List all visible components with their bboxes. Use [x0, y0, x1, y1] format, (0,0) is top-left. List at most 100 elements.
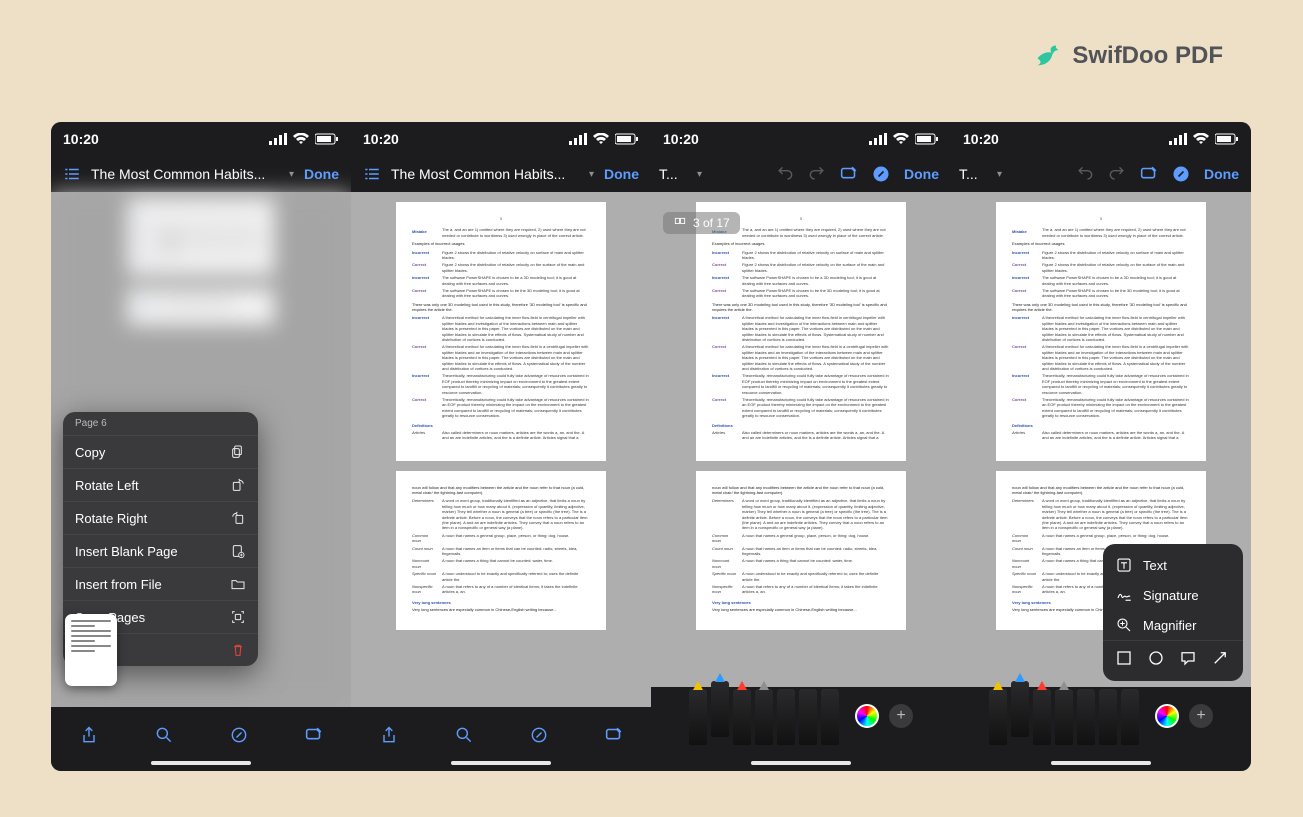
status-indicators: [869, 133, 939, 145]
sidebar-toggle-icon[interactable]: [359, 161, 385, 187]
tool-pencil[interactable]: [1055, 689, 1073, 745]
shape-speech-icon[interactable]: [1179, 649, 1197, 667]
shape-circle-icon[interactable]: [1147, 649, 1165, 667]
undo-button[interactable]: [772, 161, 798, 187]
shape-square-icon[interactable]: [1115, 649, 1133, 667]
markup-toolbar: +: [951, 687, 1251, 771]
color-picker[interactable]: [855, 704, 879, 728]
trash-icon: [230, 642, 246, 658]
menu-insert-file[interactable]: Insert from File: [63, 567, 258, 600]
share-button[interactable]: [69, 715, 109, 755]
menu-rotate-left[interactable]: Rotate Left: [63, 468, 258, 501]
brand-name: SwifDoo PDF: [1072, 42, 1223, 70]
tool-lasso[interactable]: [799, 689, 817, 745]
chevron-down-icon[interactable]: ▾: [697, 169, 702, 180]
page-blurred-2: DeterminersA word or word group traditio…: [128, 289, 275, 326]
top-toolbar: T... ▾ Done: [951, 156, 1251, 192]
status-bar: 10:20: [951, 122, 1251, 156]
document-title-short[interactable]: T...: [659, 166, 691, 182]
tool-ruler[interactable]: [1121, 689, 1139, 745]
tool-eraser[interactable]: [777, 689, 795, 745]
menu-copy[interactable]: Copy: [63, 435, 258, 468]
status-time: 10:20: [963, 131, 999, 147]
add-tool-button[interactable]: +: [889, 704, 913, 728]
cellular-icon: [869, 133, 887, 145]
tool-highlighter[interactable]: [1033, 689, 1051, 745]
page-blurred: 5Mistake IncorrectFigure 2 shows the dis…: [128, 198, 275, 275]
tool-pen-blue[interactable]: [1011, 681, 1029, 737]
status-indicators: [269, 133, 339, 145]
menu-insert-blank-label: Insert Blank Page: [75, 544, 178, 559]
markup-toolbar: +: [651, 687, 951, 771]
document-area[interactable]: 5 MistakeThe a, and an are 1) omitted wh…: [351, 192, 651, 707]
chevron-down-icon[interactable]: ▾: [997, 169, 1002, 180]
done-button[interactable]: Done: [300, 166, 343, 182]
chevron-down-icon[interactable]: ▾: [589, 169, 594, 180]
sidebar-toggle-icon[interactable]: [59, 161, 85, 187]
panel-markup: 10:20 T... ▾ Done 5 MistakeThe a, and an…: [651, 122, 951, 771]
tool-eraser[interactable]: [1077, 689, 1095, 745]
markup-button[interactable]: [519, 715, 559, 755]
document-title[interactable]: The Most Common Habits...: [91, 166, 283, 182]
wifi-icon: [593, 133, 609, 145]
document-title-short[interactable]: T...: [959, 166, 991, 182]
page-indicator[interactable]: 3 of 17: [663, 212, 740, 234]
tool-pen-yellow[interactable]: [689, 689, 707, 745]
document-page: 5 MistakeThe a, and an are 1) omitted wh…: [996, 202, 1206, 461]
anno-signature[interactable]: Signature: [1103, 580, 1243, 610]
menu-rotate-right[interactable]: Rotate Right: [63, 501, 258, 534]
battery-icon: [615, 133, 639, 145]
done-button[interactable]: Done: [600, 166, 643, 182]
status-bar: 10:20: [351, 122, 651, 156]
page-indicator-text: 3 of 17: [693, 216, 730, 230]
search-button[interactable]: [444, 715, 484, 755]
done-button[interactable]: Done: [900, 166, 943, 182]
tool-pencil[interactable]: [755, 689, 773, 745]
document-area[interactable]: 5 MistakeThe a, and an are 1) omitted wh…: [651, 192, 951, 687]
status-time: 10:20: [363, 131, 399, 147]
annotate-button[interactable]: [294, 715, 334, 755]
page-thumbnail[interactable]: [65, 614, 117, 686]
status-bar: 10:20: [51, 122, 351, 156]
status-indicators: [569, 133, 639, 145]
tool-pen-blue[interactable]: [711, 681, 729, 737]
document-title[interactable]: The Most Common Habits...: [391, 166, 583, 182]
search-button[interactable]: [144, 715, 184, 755]
wifi-icon: [893, 133, 909, 145]
annotate-button[interactable]: [594, 715, 634, 755]
wifi-icon: [293, 133, 309, 145]
anno-magnifier-label: Magnifier: [1143, 618, 1196, 633]
done-button[interactable]: Done: [1200, 166, 1243, 182]
markup-active-button[interactable]: [1168, 161, 1194, 187]
redo-button[interactable]: [1104, 161, 1130, 187]
redo-button[interactable]: [804, 161, 830, 187]
markup-active-button[interactable]: [868, 161, 894, 187]
tool-ruler[interactable]: [821, 689, 839, 745]
color-picker[interactable]: [1155, 704, 1179, 728]
chevron-down-icon[interactable]: ▾: [289, 169, 294, 180]
menu-insert-blank[interactable]: Insert Blank Page: [63, 534, 258, 567]
top-toolbar: The Most Common Habits... ▾ Done: [351, 156, 651, 192]
shape-arrow-icon[interactable]: [1211, 649, 1229, 667]
text-icon: [1115, 556, 1133, 574]
brand-bird-icon: [1034, 42, 1062, 70]
tool-highlighter[interactable]: [733, 689, 751, 745]
home-indicator: [751, 761, 851, 765]
annotate-button[interactable]: [836, 161, 862, 187]
tool-lasso[interactable]: [1099, 689, 1117, 745]
composite-stage: 10:20 The Most Common Habits... ▾ Done 5…: [51, 122, 1251, 771]
anno-magnifier[interactable]: Magnifier: [1103, 610, 1243, 640]
panel-markup-annotate: 10:20 T... ▾ Done 5 MistakeThe a, and an…: [951, 122, 1251, 771]
markup-button[interactable]: [219, 715, 259, 755]
anno-signature-label: Signature: [1143, 588, 1199, 603]
context-menu-header: Page 6: [63, 412, 258, 435]
tool-pen-yellow[interactable]: [989, 689, 1007, 745]
add-tool-button[interactable]: +: [1189, 704, 1213, 728]
anno-text[interactable]: Text: [1103, 550, 1243, 580]
document-page: 5 MistakeThe a, and an are 1) omitted wh…: [396, 202, 606, 461]
menu-rotate-left-label: Rotate Left: [75, 478, 139, 493]
menu-copy-label: Copy: [75, 445, 105, 460]
annotate-button[interactable]: [1136, 161, 1162, 187]
undo-button[interactable]: [1072, 161, 1098, 187]
share-button[interactable]: [369, 715, 409, 755]
